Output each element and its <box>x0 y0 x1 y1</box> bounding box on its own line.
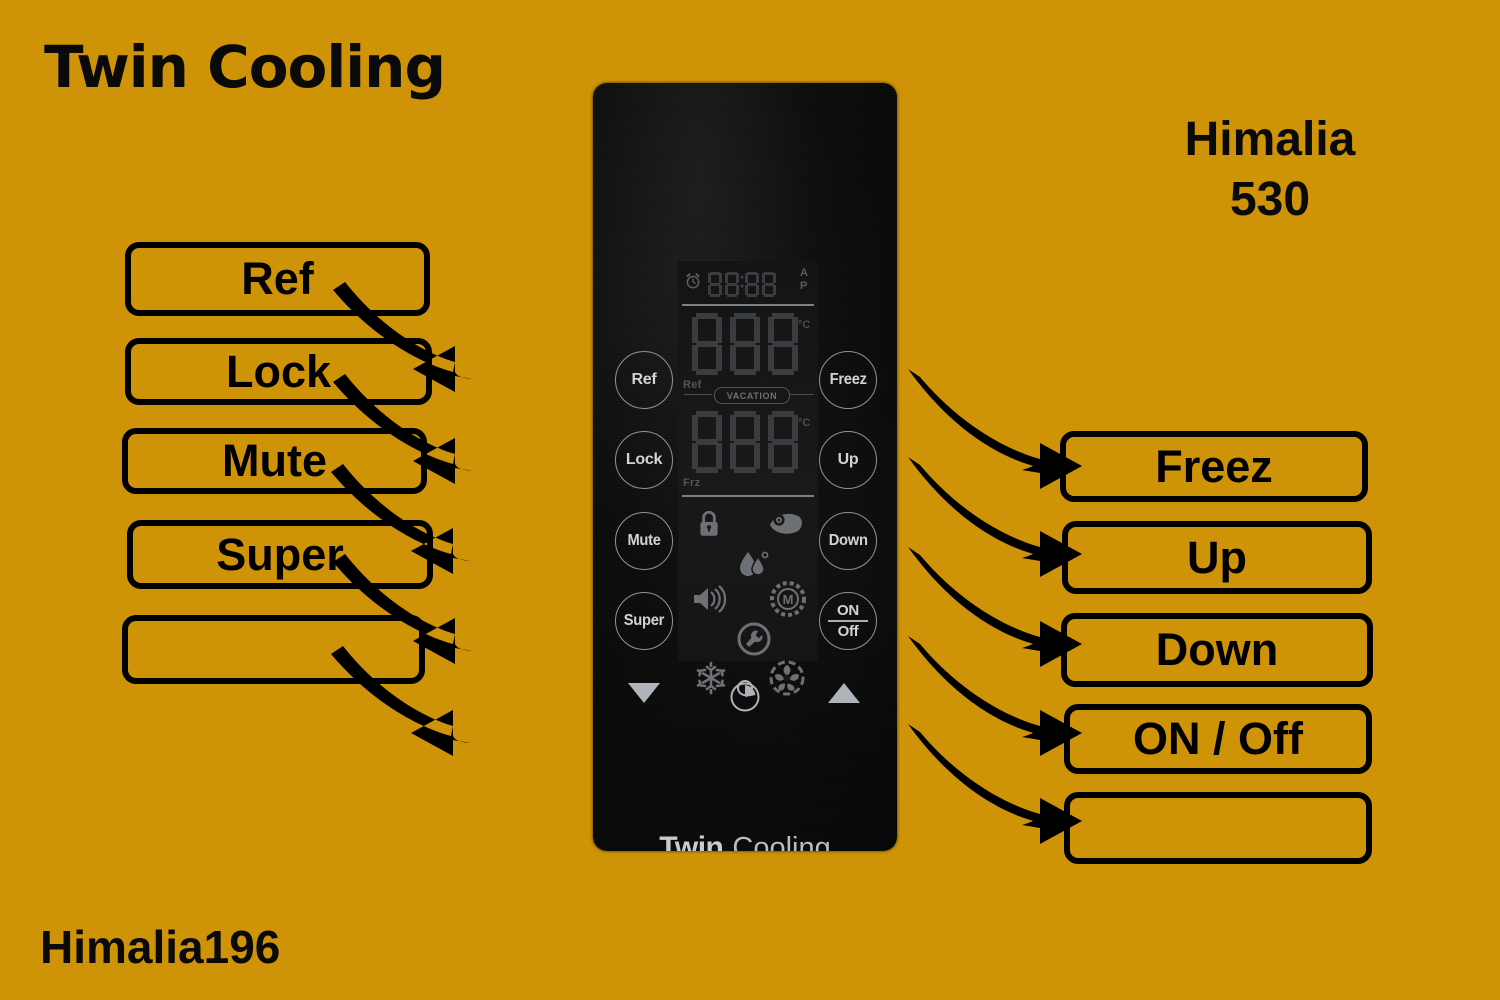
panel-key-super[interactable]: Super <box>615 592 673 650</box>
vacation-indicator: VACATION <box>714 387 790 404</box>
callout-label: Freez <box>1155 440 1273 492</box>
wrench-service-icon <box>734 619 774 659</box>
callout-box-right-down[interactable]: Down <box>1061 613 1373 687</box>
seg-digit <box>768 313 798 375</box>
seg-digit <box>730 411 760 473</box>
model-title: Himalia 530 <box>1110 110 1430 230</box>
model-number: 530 <box>1229 173 1311 226</box>
seg-digit <box>768 411 798 473</box>
seg-digit <box>708 271 722 297</box>
brand-cooling: Cooling <box>732 832 831 851</box>
lcd-frz-label: Frz <box>683 477 701 489</box>
callout-box-right-empty[interactable] <box>1064 792 1372 864</box>
model-name: Himalia <box>1184 113 1356 166</box>
m-circle-icon: M <box>768 579 808 619</box>
refrigerator-control-panel: Ref Lock Mute Super Freez Up Down ON Off <box>593 83 897 851</box>
footer-tag: Himalia196 <box>40 921 281 973</box>
panel-key-label: Freez <box>829 371 867 388</box>
panel-key-up[interactable]: Up <box>819 431 877 489</box>
callout-box-left-lock[interactable]: Lock <box>125 338 432 405</box>
callout-label: Lock <box>225 345 332 397</box>
callout-label: ON / Off <box>1133 713 1303 764</box>
seg-digit <box>725 271 739 297</box>
panel-key-label: Mute <box>627 532 661 549</box>
callout-box-right-freez[interactable]: Freez <box>1060 431 1368 502</box>
callout-box-left-mute[interactable]: Mute <box>122 428 427 494</box>
brand-twin: Twin <box>659 831 724 851</box>
seg-digit <box>692 313 722 375</box>
arrow-right-up <box>908 457 1082 577</box>
panel-key-onoff[interactable]: ON Off <box>819 592 877 650</box>
seg-digit <box>745 271 759 297</box>
callout-label: Super <box>216 528 344 580</box>
callout-box-right-up[interactable]: Up <box>1062 521 1372 594</box>
svg-text:M: M <box>783 592 794 607</box>
panel-key-label: Up <box>837 451 859 468</box>
alarm-clock-icon <box>686 273 700 289</box>
vacation-rule-left <box>684 394 712 396</box>
lcd-pm-indicator: P <box>800 280 808 292</box>
lcd-divider-bottom <box>682 495 814 497</box>
callout-box-right-onoff[interactable]: ON / Off <box>1064 704 1372 774</box>
down-triangle-icon <box>628 683 660 703</box>
callout-box-left-super[interactable]: Super <box>127 520 433 589</box>
lcd-clock-digits <box>708 269 776 299</box>
panel-key-label-on: ON <box>837 602 859 620</box>
panel-key-label: Ref <box>631 371 657 388</box>
lcd-ref-unit: °C <box>798 319 811 331</box>
lcd-divider-top <box>682 304 814 306</box>
lcd-frz-unit: °C <box>798 417 811 429</box>
speaker-mute-icon <box>690 581 732 617</box>
panel-key-label-off: Off <box>837 622 859 640</box>
arrow-right-onoff <box>908 636 1082 756</box>
panel-brand: Twin Cooling <box>593 831 897 851</box>
panel-key-lock[interactable]: Lock <box>615 431 673 489</box>
onoff-divider <box>828 620 868 622</box>
callout-box-left-ref[interactable]: Ref <box>125 242 430 316</box>
callout-label: Ref <box>241 253 314 304</box>
panel-key-ref[interactable]: Ref <box>615 351 673 409</box>
up-triangle-icon <box>828 683 860 703</box>
panel-key-down[interactable]: Down <box>819 512 877 570</box>
seg-digit <box>692 411 722 473</box>
panel-key-label: Down <box>828 532 868 549</box>
callout-label: Mute <box>222 435 327 486</box>
lcd-am-indicator: A <box>800 267 808 279</box>
panel-key-freez[interactable]: Freez <box>819 351 877 409</box>
lcd-ref-digits <box>692 313 798 375</box>
fan-icon <box>766 657 808 699</box>
panel-key-label: Super <box>623 612 665 629</box>
callout-label: Down <box>1155 624 1279 675</box>
lcd-frz-digits <box>692 411 798 473</box>
arrow-right-down <box>908 547 1082 667</box>
arrow-right-freez <box>908 369 1082 489</box>
seg-digit <box>762 271 776 297</box>
lock-icon <box>692 507 726 541</box>
humidity-drop-icon <box>734 547 774 581</box>
lcd-ref-label: Ref <box>683 379 702 391</box>
vacation-rule-right <box>790 394 814 396</box>
diagram-canvas: Twin Cooling Himalia 530 Himalia196 Ref … <box>0 0 1500 1000</box>
page-title: Twin Cooling <box>44 33 446 101</box>
eco-eye-icon <box>766 506 806 540</box>
panel-key-mute[interactable]: Mute <box>615 512 673 570</box>
panel-key-label: Lock <box>625 451 663 468</box>
callout-label: Up <box>1187 531 1247 583</box>
callout-box-left-empty[interactable] <box>122 615 425 684</box>
arrow-right-empty <box>908 724 1082 844</box>
lcd-screen: A P °C Ref VACATION °C Frz M <box>678 261 818 696</box>
timer-clock-icon <box>730 680 760 712</box>
seg-digit <box>730 313 760 375</box>
